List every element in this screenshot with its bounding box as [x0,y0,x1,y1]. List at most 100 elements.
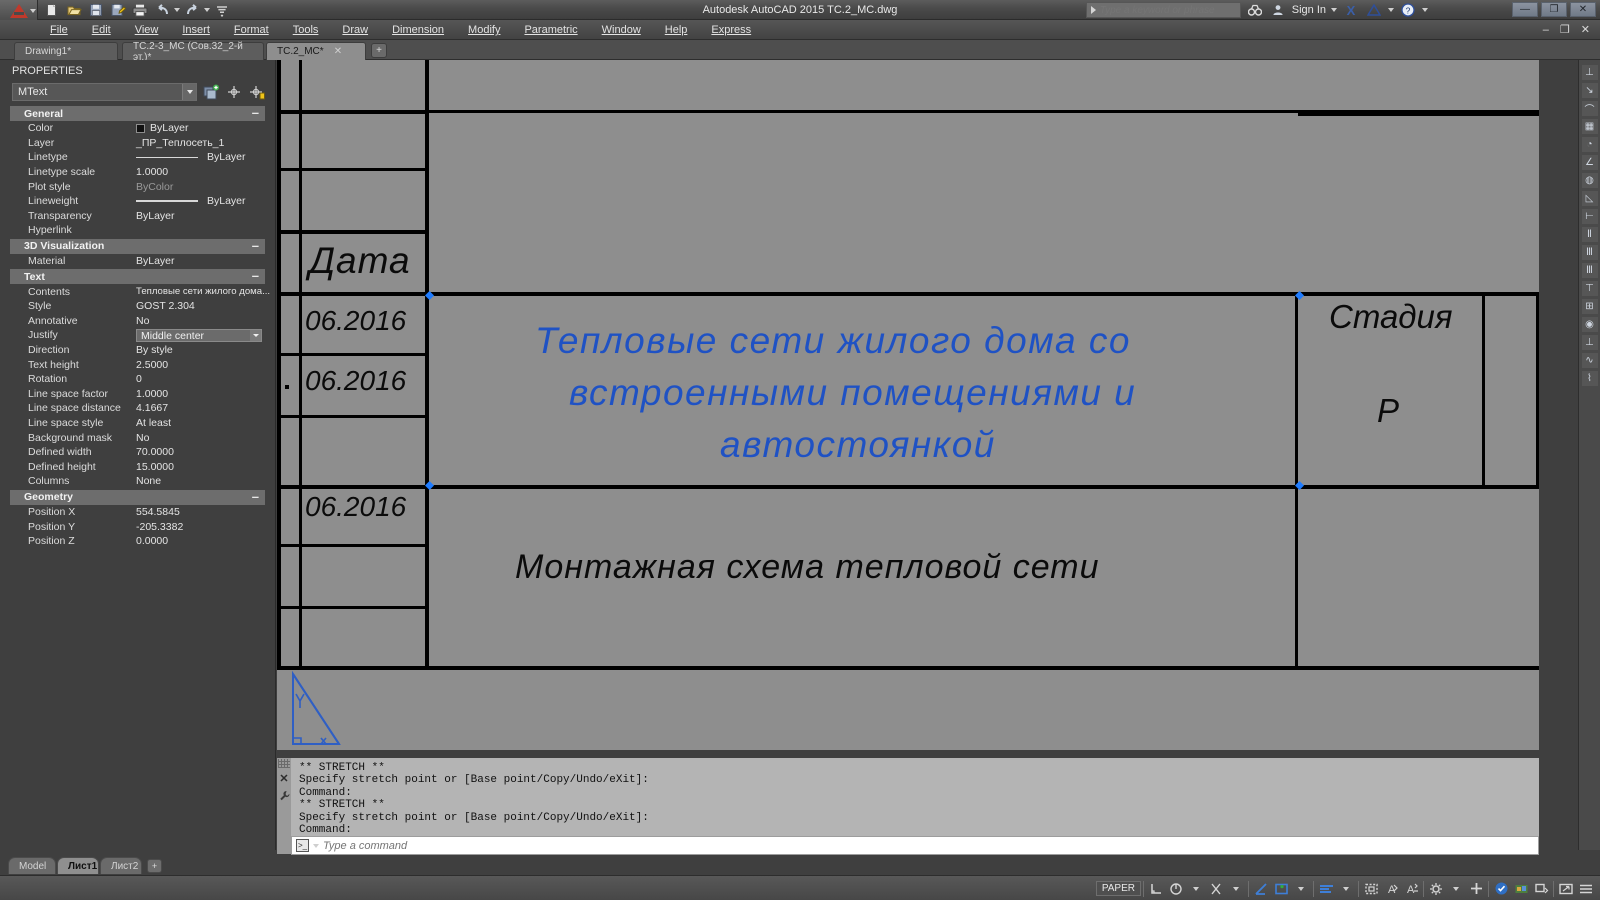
search-binoculars-icon[interactable] [1246,2,1264,18]
layout-tab-list2[interactable]: Лист2 [100,857,142,874]
autodesk-360-icon[interactable] [1365,2,1383,18]
command-options-icon[interactable] [313,843,319,848]
property-row-line-space-distance[interactable]: Line space distance 4.1667 [0,401,275,416]
properties-section-3d-visualization[interactable]: 3D Visualization – [10,238,265,254]
menu-modify[interactable]: Modify [456,20,512,40]
command-input[interactable] [323,839,1503,852]
ordinate-dim-icon[interactable]: Ⅲ [1580,244,1599,261]
ucs-icon-icon[interactable] [1271,876,1291,900]
arc-dim-icon[interactable]: ⌒ [1580,100,1599,117]
menu-tools[interactable]: Tools [281,20,331,40]
annotation-visibility-icon[interactable]: A [1381,876,1401,900]
menu-view[interactable]: View [123,20,171,40]
quick-dim-icon[interactable]: Ⅲ [1580,262,1599,279]
aligned-dim-icon[interactable]: ◺ [1580,190,1599,207]
snap-grid-icon[interactable] [1146,876,1166,900]
property-row-annotative[interactable]: Annotative No [0,314,275,329]
redo-icon[interactable] [182,1,202,19]
tolerance-icon[interactable]: ⊤ [1580,280,1599,297]
menu-dimension[interactable]: Dimension [380,20,456,40]
property-row-defined-height[interactable]: Defined height 15.0000 [0,459,275,474]
file-tab-drawing1[interactable]: Drawing1* [14,42,118,60]
diameter-dim-icon[interactable]: ◍ [1580,172,1599,189]
layout-tab-model[interactable]: Model [8,857,56,874]
hardware-accel-icon[interactable] [1466,876,1486,900]
new-layout-button[interactable]: + [147,859,162,873]
menu-file[interactable]: File [38,20,80,40]
justify-select[interactable]: Middle center [136,329,262,343]
property-row-line-space-style[interactable]: Line space style At least [0,416,275,431]
close-button[interactable]: ✕ [1570,2,1596,17]
ucs-dropdown-icon[interactable] [1291,876,1311,900]
menu-help[interactable]: Help [653,20,700,40]
quick-select-icon[interactable] [201,82,220,101]
close-icon[interactable]: ✕ [277,772,291,785]
drawing-title-line-2[interactable]: встроенными помещениями и [569,372,1136,414]
saveas-icon[interactable] [108,1,128,19]
chevron-down-icon[interactable] [250,330,261,342]
radius-dim-icon[interactable]: ◔ [1580,136,1599,153]
space-mode-toggle[interactable]: PAPER [1095,881,1141,896]
menu-insert[interactable]: Insert [170,20,222,40]
minimize-button[interactable]: — [1512,2,1538,17]
chevron-down-icon[interactable] [182,83,196,100]
autodesk-360-dropdown-icon[interactable] [1388,8,1394,12]
qat-customize-icon[interactable] [212,1,232,19]
menu-edit[interactable]: Edit [80,20,123,40]
property-row-position-z[interactable]: Position Z 0.0000 [0,534,275,549]
property-value[interactable]: ByLayer [136,151,246,163]
plot-icon[interactable] [130,1,150,19]
properties-section-general[interactable]: General – [10,105,265,121]
property-row-layer[interactable]: Layer _ПР_Теплосеть_1 [0,136,275,151]
section-collapse-icon[interactable]: – [252,105,259,120]
polar-dropdown-icon[interactable] [1186,876,1206,900]
sign-in-label[interactable]: Sign In [1292,4,1326,16]
drawing-canvas[interactable]: Дата 06.2016 06.2016 06.2016 Тепловые се… [277,60,1539,750]
dim-style-icon[interactable]: ◉ [1580,316,1599,333]
menu-draw[interactable]: Draw [330,20,380,40]
menu-parametric[interactable]: Parametric [512,20,589,40]
pick-add-icon[interactable] [224,82,243,101]
autoscale-icon[interactable]: A [1401,876,1421,900]
drawing-title-line-1[interactable]: Тепловые сети жилого дома со [535,320,1131,362]
fullscreen-icon[interactable] [1556,876,1576,900]
properties-section-geometry[interactable]: Geometry – [10,489,265,505]
document-window-controls[interactable]: – ❐ ✕ [1543,23,1594,36]
search-box[interactable] [1085,2,1241,18]
baseline-dim-icon[interactable]: ⊢ [1580,208,1599,225]
isolate-objects-icon[interactable] [1491,876,1511,900]
property-row-text-height[interactable]: Text height 2.5000 [0,357,275,372]
property-value[interactable]: ByLayer [136,195,246,207]
osnap-dropdown-icon[interactable] [1226,876,1246,900]
annotation-scale-icon[interactable] [1316,876,1336,900]
redo-dropdown-icon[interactable] [204,8,210,12]
settings-wrench-icon[interactable] [277,790,291,804]
property-row-rotation[interactable]: Rotation 0 [0,372,275,387]
property-row-line-space-factor[interactable]: Line space factor 1.0000 [0,387,275,402]
help-dropdown-icon[interactable] [1422,8,1428,12]
open-icon[interactable] [64,1,84,19]
continue-dim-icon[interactable]: Ⅱ [1580,226,1599,243]
application-menu-caret-icon[interactable] [30,9,36,13]
viewport-icon[interactable] [1361,876,1381,900]
object-type-selector[interactable]: MText [12,82,197,101]
command-input-row[interactable]: >_ [291,836,1539,855]
annotation-scale-dropdown-icon[interactable] [1336,876,1356,900]
property-row-color[interactable]: Color ByLayer [0,121,275,136]
menu-express[interactable]: Express [699,20,763,40]
linear-dim-icon[interactable]: ⊥ [1580,64,1599,81]
save-icon[interactable] [86,1,106,19]
property-row-contents[interactable]: Contents Тепловые сети жилого дома... [0,284,275,299]
undo-icon[interactable] [152,1,172,19]
search-expand-icon[interactable] [1090,6,1096,14]
section-collapse-icon[interactable]: – [252,489,259,504]
property-row-material[interactable]: Material ByLayer [0,254,275,269]
exchange-app-icon[interactable]: X [1342,2,1360,18]
file-tab-close-icon[interactable]: ✕ [334,46,342,57]
workspace-gear-icon[interactable] [1426,876,1446,900]
otrack-icon[interactable] [1251,876,1271,900]
command-prompt-icon[interactable]: >_ [296,839,309,852]
clean-screen-icon[interactable] [1531,876,1551,900]
inspect-dim-icon[interactable]: ∿ [1580,352,1599,369]
property-row-justify[interactable]: Justify Middle center [0,328,275,343]
